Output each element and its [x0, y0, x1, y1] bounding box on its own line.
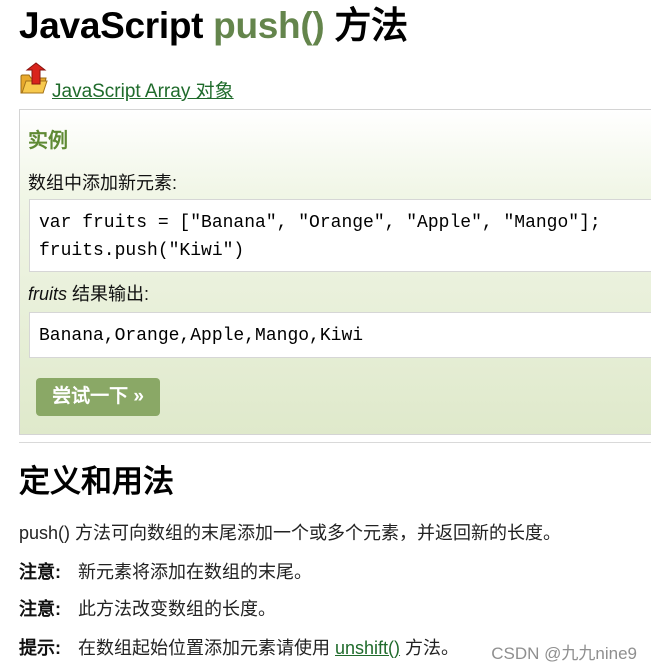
example-box: 实例 数组中添加新元素: var fruits = ["Banana", "Or…	[19, 109, 651, 435]
try-it-button[interactable]: 尝试一下 »	[36, 378, 160, 416]
code-block: var fruits = ["Banana", "Orange", "Apple…	[29, 199, 651, 272]
example-description: 数组中添加新元素:	[28, 173, 178, 193]
note-label: 注意:	[19, 562, 61, 582]
tip-text-after: 方法。	[400, 638, 460, 658]
note-text: 此方法改变数组的长度。	[78, 599, 276, 619]
output-text: Banana,Orange,Apple,Mango,Kiwi	[39, 326, 364, 346]
array-object-link[interactable]: JavaScript Array 对象	[52, 76, 234, 103]
page-title: JavaScript push() 方法	[19, 4, 408, 48]
output-block: Banana,Orange,Apple,Mango,Kiwi	[29, 312, 651, 358]
definition-paragraph: push() 方法可向数组的末尾添加一个或多个元素，并返回新的长度。	[19, 523, 562, 543]
definition-heading: 定义和用法	[19, 464, 174, 499]
title-prefix: JavaScript	[19, 5, 214, 46]
note-label: 注意:	[19, 599, 61, 619]
result-label: fruits 结果输出:	[28, 280, 149, 306]
array-object-link-row: JavaScript Array 对象	[19, 62, 419, 102]
title-suffix: 方法	[324, 5, 408, 46]
example-heading: 实例	[28, 130, 68, 152]
unshift-link[interactable]: unshift()	[335, 638, 400, 658]
folder-up-icon	[19, 62, 49, 96]
title-method: push()	[213, 5, 325, 46]
tip-text-before: 在数组起始位置添加元素请使用	[78, 638, 335, 658]
note-paragraph: 注意: 新元素将添加在数组的末尾。	[19, 560, 312, 584]
result-variable: fruits	[28, 284, 68, 304]
tip-label: 提示:	[19, 638, 61, 658]
note-text: 新元素将添加在数组的末尾。	[78, 562, 312, 582]
code-line: var fruits = ["Banana", "Orange", "Apple…	[39, 213, 601, 233]
note-paragraph: 注意: 此方法改变数组的长度。	[19, 597, 276, 621]
watermark: CSDN @九九nine9	[491, 639, 637, 664]
tip-paragraph: 提示: 在数组起始位置添加元素请使用 unshift() 方法。	[19, 636, 459, 660]
result-label-text: 结果输出:	[67, 284, 150, 304]
code-line: fruits.push("Kiwi")	[39, 241, 245, 261]
section-divider	[19, 442, 651, 443]
